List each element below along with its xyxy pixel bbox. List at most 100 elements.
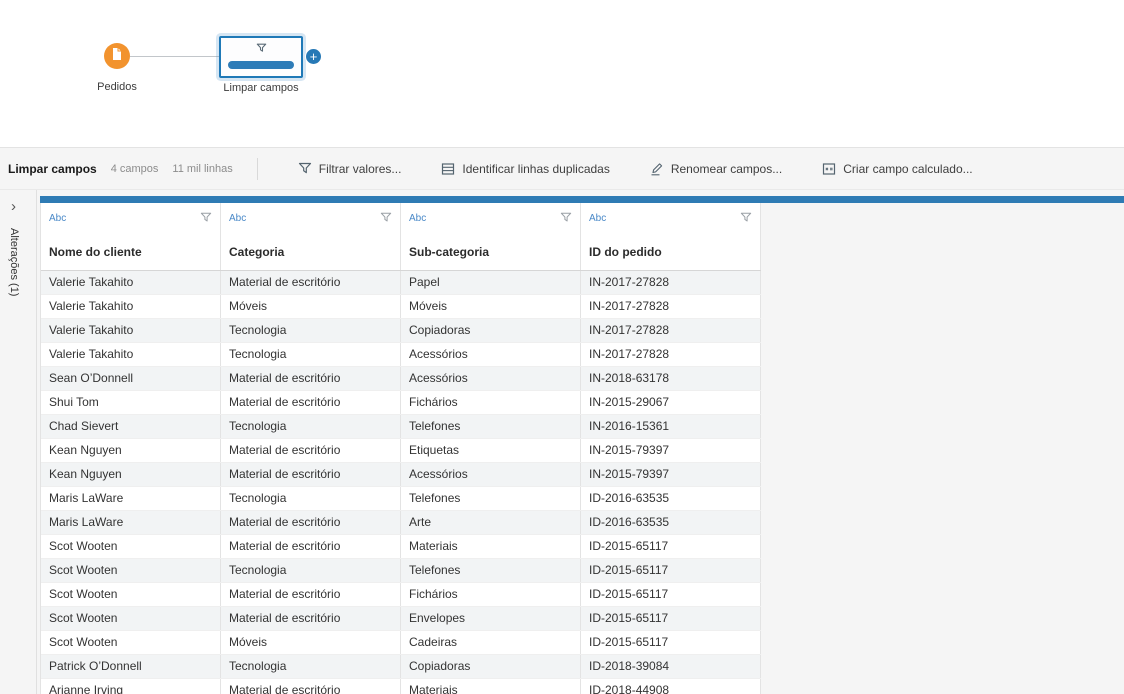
input-node-pedidos[interactable] <box>104 43 130 69</box>
grid-header-row: AbcNome do clienteAbcCategoriaAbcSub-cat… <box>41 203 761 271</box>
step-node-label: Limpar campos <box>219 82 303 94</box>
document-icon <box>111 47 123 66</box>
profile-pane: › Alterações (1) AbcNome do clienteAbcCa… <box>0 190 1124 694</box>
table-cell: IN-2017-27828 <box>581 295 761 318</box>
column-type-label: Abc <box>229 213 246 224</box>
field-count: 4 campos <box>111 163 159 175</box>
column-filter-icon[interactable] <box>560 212 572 224</box>
add-step-button[interactable]: + <box>305 48 322 65</box>
column-filter-icon[interactable] <box>740 212 752 224</box>
table-row[interactable]: Valerie TakahitoMóveisMóveisIN-2017-2782… <box>41 295 761 319</box>
table-row[interactable]: Valerie TakahitoMaterial de escritórioPa… <box>41 271 761 295</box>
flow-pane: Pedidos Limpar campos + <box>0 0 1124 147</box>
column-type-label: Abc <box>589 213 606 224</box>
table-row[interactable]: Scot WootenTecnologiaTelefonesID-2015-65… <box>41 559 761 583</box>
table-cell: Material de escritório <box>221 679 401 694</box>
table-row[interactable]: Scot WootenMóveisCadeirasID-2015-65117 <box>41 631 761 655</box>
table-row[interactable]: Chad SievertTecnologiaTelefonesIN-2016-1… <box>41 415 761 439</box>
table-cell: Etiquetas <box>401 439 581 462</box>
table-cell: Telefones <box>401 559 581 582</box>
table-cell: Móveis <box>221 295 401 318</box>
column-header[interactable]: Abc ID do pedido <box>581 203 761 270</box>
table-row[interactable]: Scot WootenMaterial de escritórioFichári… <box>41 583 761 607</box>
column-type-label: Abc <box>409 213 426 224</box>
table-cell: Scot Wooten <box>41 607 221 630</box>
table-row[interactable]: Scot WootenMaterial de escritórioMateria… <box>41 535 761 559</box>
table-cell: ID-2015-65117 <box>581 559 761 582</box>
toolbar-button-label: Filtrar valores... <box>319 162 402 176</box>
column-header[interactable]: AbcCategoria <box>221 203 401 270</box>
column-name: ID do pedido <box>589 245 752 259</box>
table-cell: ID-2016-63535 <box>581 511 761 534</box>
table-row[interactable]: Maris LaWareTecnologiaTelefonesID-2016-6… <box>41 487 761 511</box>
column-header[interactable]: Abc Sub-categoria <box>401 203 581 270</box>
table-cell: Tecnologia <box>221 343 401 366</box>
flow-connector <box>130 56 219 57</box>
filter-icon <box>298 162 312 176</box>
column-filter-icon[interactable] <box>200 212 212 224</box>
table-cell: Material de escritório <box>221 367 401 390</box>
table-row[interactable]: Sean O’DonnellMaterial de escritórioAces… <box>41 367 761 391</box>
table-cell: Tecnologia <box>221 655 401 678</box>
table-cell: Scot Wooten <box>41 559 221 582</box>
table-cell: IN-2015-29067 <box>581 391 761 414</box>
table-row[interactable]: Kean NguyenMaterial de escritórioEtiquet… <box>41 439 761 463</box>
table-cell: Material de escritório <box>221 511 401 534</box>
column-name: Sub-categoria <box>409 245 572 259</box>
table-cell: Shui Tom <box>41 391 221 414</box>
expand-changes-chevron-icon[interactable]: › <box>11 198 16 215</box>
table-cell: Material de escritório <box>221 271 401 294</box>
table-cell: Material de escritório <box>221 463 401 486</box>
toolbar-button[interactable]: Criar campo calculado... <box>822 162 972 176</box>
column-header[interactable]: AbcNome do cliente <box>41 203 221 270</box>
table-cell: ID-2018-44908 <box>581 679 761 694</box>
table-row[interactable]: Arianne IrvingMaterial de escritórioMate… <box>41 679 761 694</box>
table-cell: Scot Wooten <box>41 535 221 558</box>
table-cell: IN-2017-27828 <box>581 271 761 294</box>
step-node-limpar-campos[interactable] <box>219 36 303 78</box>
table-row[interactable]: Valerie TakahitoTecnologiaCopiadorasIN-2… <box>41 319 761 343</box>
toolbar-button[interactable]: Renomear campos... <box>650 162 782 176</box>
table-cell: Copiadoras <box>401 319 581 342</box>
table-cell: IN-2017-27828 <box>581 319 761 342</box>
toolbar-button[interactable]: Filtrar valores... <box>298 162 402 176</box>
table-cell: Arianne Irving <box>41 679 221 694</box>
table-cell: ID-2015-65117 <box>581 607 761 630</box>
table-cell: Valerie Takahito <box>41 271 221 294</box>
column-filter-icon[interactable] <box>380 212 392 224</box>
table-cell: Móveis <box>221 631 401 654</box>
table-cell: Sean O’Donnell <box>41 367 221 390</box>
row-count: 11 mil linhas <box>172 163 232 175</box>
table-cell: ID-2016-63535 <box>581 487 761 510</box>
table-cell: ID-2015-65117 <box>581 535 761 558</box>
table-row[interactable]: Maris LaWareMaterial de escritórioArteID… <box>41 511 761 535</box>
table-row[interactable]: Kean NguyenMaterial de escritórioAcessór… <box>41 463 761 487</box>
step-toolbar: Limpar campos 4 campos 11 mil linhas Fil… <box>0 147 1124 190</box>
table-cell: IN-2016-15361 <box>581 415 761 438</box>
table-cell: IN-2018-63178 <box>581 367 761 390</box>
table-cell: Scot Wooten <box>41 583 221 606</box>
table-row[interactable]: Patrick O’DonnellTecnologiaCopiadorasID-… <box>41 655 761 679</box>
table-cell: Envelopes <box>401 607 581 630</box>
table-cell: ID-2018-39084 <box>581 655 761 678</box>
table-cell: Tecnologia <box>221 487 401 510</box>
table-cell: Kean Nguyen <box>41 463 221 486</box>
table-cell: ID-2015-65117 <box>581 631 761 654</box>
toolbar-button-label: Renomear campos... <box>671 162 782 176</box>
table-cell: Material de escritório <box>221 583 401 606</box>
table-row[interactable]: Scot WootenMaterial de escritórioEnvelop… <box>41 607 761 631</box>
table-cell: Materiais <box>401 679 581 694</box>
column-type-label: Abc <box>49 213 66 224</box>
table-cell: Valerie Takahito <box>41 319 221 342</box>
step-node-bar <box>228 61 294 69</box>
table-row[interactable]: Valerie TakahitoTecnologiaAcessóriosIN-2… <box>41 343 761 367</box>
changes-panel-label[interactable]: Alterações (1) <box>8 228 20 296</box>
toolbar-button[interactable]: Identificar linhas duplicadas <box>441 162 609 176</box>
table-cell: Tecnologia <box>221 559 401 582</box>
grid-scrollbar[interactable] <box>40 196 1124 203</box>
table-row[interactable]: Shui TomMaterial de escritórioFicháriosI… <box>41 391 761 415</box>
table-cell: Material de escritório <box>221 535 401 558</box>
grid-body: Valerie TakahitoMaterial de escritórioPa… <box>41 271 761 694</box>
table-cell: IN-2015-79397 <box>581 463 761 486</box>
calculated-field-icon <box>822 162 836 176</box>
